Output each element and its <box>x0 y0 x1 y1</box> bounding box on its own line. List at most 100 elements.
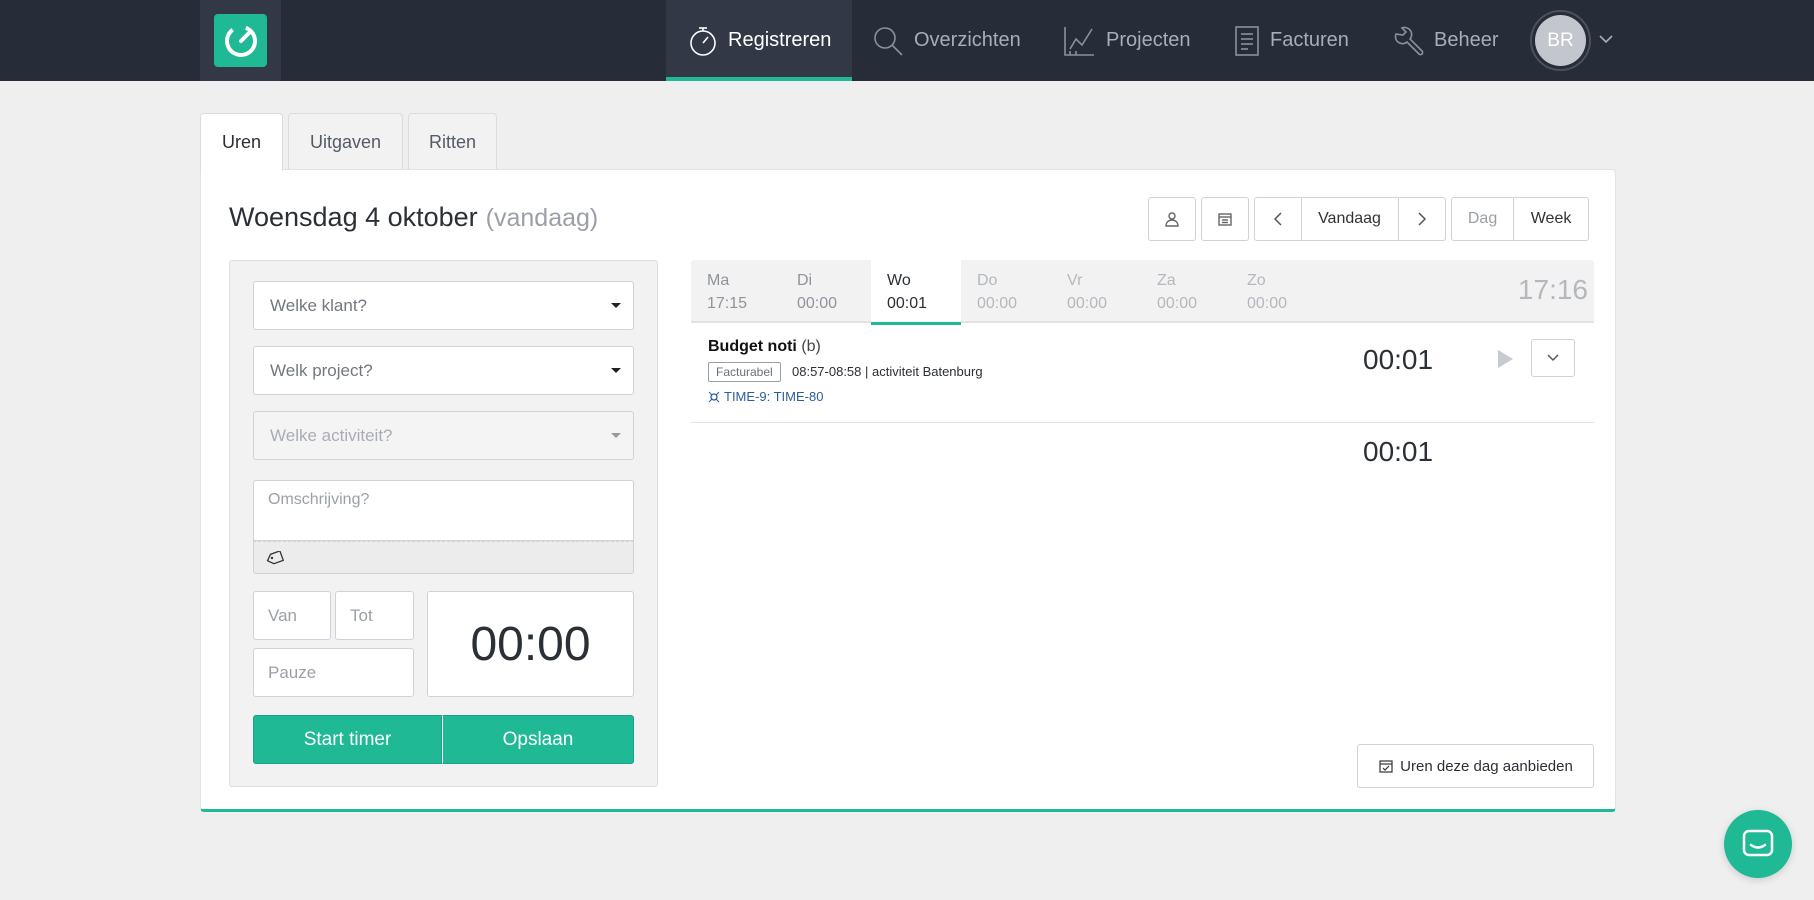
project-chart-icon <box>1064 26 1094 56</box>
duration-display[interactable]: 00:00 <box>427 591 634 697</box>
issue-link-label: TIME-9: TIME-80 <box>724 389 824 404</box>
day-name: Di <box>797 272 813 289</box>
save-button[interactable]: Opslaan <box>442 715 634 764</box>
nav-registreren[interactable]: Registreren <box>666 0 852 81</box>
day-time: 00:00 <box>1067 295 1108 312</box>
entry-title: Budget noti (b) <box>708 338 821 356</box>
day-tab-za[interactable]: Za 00:00 <box>1141 260 1231 323</box>
day-time: 00:00 <box>977 295 1018 312</box>
day-time: 00:00 <box>797 295 838 312</box>
week-total: 17:16 <box>1517 274 1588 305</box>
chevron-down-icon[interactable] <box>1598 33 1614 45</box>
issue-link[interactable]: TIME-9: TIME-80 <box>708 389 823 404</box>
user-filter-button[interactable] <box>1148 197 1196 241</box>
day-view-button[interactable]: Dag <box>1452 198 1515 240</box>
day-name: Ma <box>707 272 730 289</box>
pause-input[interactable]: Pauze <box>253 648 414 697</box>
week-day-strip: Ma 17:15 Di 00:00 Wo 00:01 Do 00:00 Vr 0… <box>691 260 1594 325</box>
nav-overzichten[interactable]: Overzichten <box>872 0 1021 81</box>
week-view-button[interactable]: Week <box>1514 198 1588 240</box>
view-toggle-group: Dag Week <box>1451 197 1589 241</box>
caret-down-icon <box>611 368 621 373</box>
billable-badge: Facturabel <box>708 362 781 382</box>
day-time: 00:00 <box>1157 295 1198 312</box>
day-name: Zo <box>1247 272 1266 289</box>
from-time-input[interactable]: Van <box>253 591 331 640</box>
time-entry-form: Welke klant? Welk project? Welke activit… <box>229 260 658 787</box>
nav-facturen[interactable]: Facturen <box>1234 0 1349 81</box>
project-select[interactable]: Welk project? <box>253 346 634 395</box>
day-tab-wo[interactable]: Wo 00:01 <box>871 260 961 325</box>
calendar-button[interactable] <box>1201 197 1249 241</box>
chevron-right-icon <box>1418 212 1426 226</box>
day-name: Wo <box>887 272 911 289</box>
user-icon <box>1165 212 1179 227</box>
day-tab-vr[interactable]: Vr 00:00 <box>1051 260 1141 323</box>
day-total: 00:01 <box>1363 436 1434 467</box>
day-tab-di[interactable]: Di 00:00 <box>781 260 871 323</box>
description-textarea[interactable]: Omschrijving? <box>253 480 634 541</box>
time-entry-row[interactable]: Budget noti (b) Facturabel 08:57-08:58 |… <box>691 325 1594 423</box>
project-select-placeholder: Welk project? <box>270 360 373 380</box>
client-select-placeholder: Welke klant? <box>270 295 368 315</box>
client-select[interactable]: Welke klant? <box>253 281 634 330</box>
chat-launcher-button[interactable] <box>1724 810 1792 878</box>
stopwatch-icon <box>690 26 716 56</box>
day-tab-zo[interactable]: Zo 00:00 <box>1231 260 1321 323</box>
app-logo-link[interactable] <box>200 0 281 81</box>
chevron-left-icon <box>1273 212 1282 226</box>
submit-day-hours-label: Uren deze dag aanbieden <box>1400 757 1573 775</box>
bug-icon <box>708 391 720 402</box>
top-navigation-bar: Registreren Overzichten Projecten Factur… <box>0 0 1814 81</box>
avatar: BR <box>1535 15 1586 66</box>
tab-ritten[interactable]: Ritten <box>408 113 497 170</box>
tag-icon <box>266 550 284 564</box>
date-navigation-group: Vandaag <box>1254 197 1446 241</box>
wrench-icon <box>1394 26 1424 55</box>
nav-beheer[interactable]: Beheer <box>1392 0 1499 81</box>
today-button[interactable]: Vandaag <box>1302 198 1399 240</box>
registration-card: Woensdag 4 oktober (vandaag) Vandaag Dag … <box>200 169 1616 812</box>
day-time: 17:15 <box>707 295 748 312</box>
submit-day-hours-button[interactable]: Uren deze dag aanbieden <box>1357 744 1594 788</box>
nav-label: Projecten <box>1106 29 1191 51</box>
today-label: (vandaag) <box>485 204 599 232</box>
chat-icon <box>1742 829 1774 857</box>
day-name: Vr <box>1067 272 1083 289</box>
day-tab-do[interactable]: Do 00:00 <box>961 260 1051 323</box>
tag-bar[interactable] <box>253 541 634 574</box>
nav-label: Overzichten <box>914 29 1021 51</box>
play-icon[interactable] <box>1498 350 1513 368</box>
caret-down-icon <box>611 303 621 308</box>
date-title: Woensdag 4 oktober <box>229 202 478 232</box>
day-name: Do <box>977 272 998 289</box>
day-tab-ma[interactable]: Ma 17:15 <box>691 260 781 323</box>
tab-uitgaven[interactable]: Uitgaven <box>288 113 403 170</box>
entry-project-name: Budget noti <box>708 338 797 355</box>
tab-uren[interactable]: Uren <box>200 113 283 171</box>
previous-day-button[interactable] <box>1255 198 1302 240</box>
to-time-input[interactable]: Tot <box>335 591 414 640</box>
start-timer-button[interactable]: Start timer <box>253 715 442 764</box>
entry-options-button[interactable] <box>1531 339 1575 377</box>
search-icon <box>874 26 903 56</box>
user-avatar-button[interactable]: BR <box>1530 10 1591 71</box>
next-day-button[interactable] <box>1399 198 1446 240</box>
app-logo-icon <box>214 14 267 67</box>
activity-select[interactable]: Welke activiteit? <box>253 411 634 460</box>
day-name: Za <box>1157 272 1176 289</box>
caret-down-icon <box>611 433 621 438</box>
nav-label: Facturen <box>1270 29 1349 51</box>
activity-select-placeholder: Welke activiteit? <box>270 425 393 445</box>
entry-duration: 00:01 <box>1363 344 1434 375</box>
chevron-down-icon <box>1547 354 1559 362</box>
day-time: 00:01 <box>887 295 928 312</box>
page-title: Woensdag 4 oktober (vandaag) <box>229 202 598 233</box>
calendar-icon <box>1218 213 1232 226</box>
invoice-icon <box>1235 25 1259 56</box>
nav-label: Registreren <box>728 29 832 51</box>
entry-project-suffix: (b) <box>801 338 821 355</box>
nav-projecten[interactable]: Projecten <box>1062 0 1191 81</box>
calendar-check-icon <box>1379 760 1393 773</box>
entry-meta: 08:57-08:58 | activiteit Batenburg <box>792 364 983 379</box>
